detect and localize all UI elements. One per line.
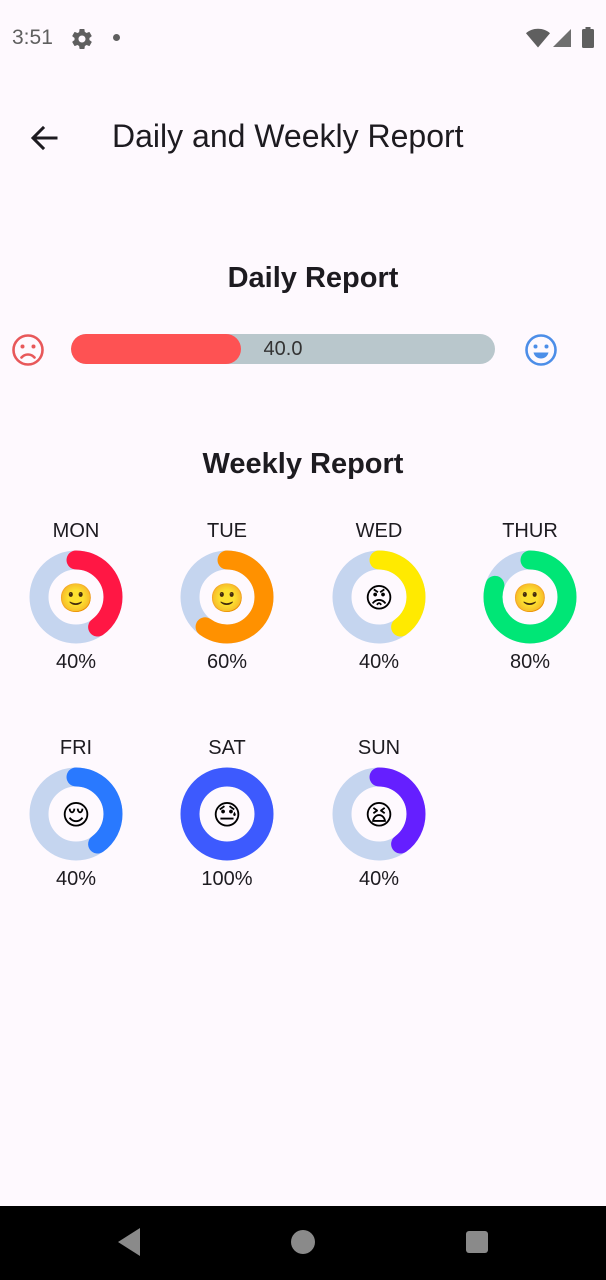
percent-label: 40% <box>55 868 97 890</box>
mood-emoji-icon: 😓 <box>212 800 241 831</box>
daily-progress-bar: 40.0 <box>71 334 495 364</box>
progress-ring: 😫 <box>332 767 426 861</box>
day-label: WED <box>355 520 403 542</box>
percent-label: 40% <box>358 868 400 890</box>
mood-emoji-icon: 🙂 <box>59 583 94 614</box>
percent-label: 80% <box>509 651 551 673</box>
gear-icon <box>72 29 92 50</box>
status-time: 3:51 <box>12 26 53 49</box>
progress-ring: 🙂 <box>483 550 577 644</box>
progress-ring: 🙂 <box>180 550 274 644</box>
progress-ring: 😌 <box>29 767 123 861</box>
mood-emoji-icon: 🙂 <box>210 583 245 614</box>
mood-emoji-icon: 😌 <box>61 800 90 831</box>
battery-icon <box>582 27 594 48</box>
progress-ring: 😓 <box>180 767 274 861</box>
notification-dot-icon <box>113 34 120 41</box>
nav-back-icon[interactable] <box>116 1226 142 1258</box>
daily-progress-value: 40.0 <box>263 338 303 360</box>
day-label: MON <box>52 520 100 542</box>
mood-emoji-icon: 😡 <box>364 583 393 614</box>
day-label: TUE <box>207 520 247 542</box>
arrow-left-icon[interactable] <box>22 116 66 160</box>
page-title: Daily and Weekly Report <box>112 118 464 154</box>
app-bar: Daily and Weekly Report <box>0 96 606 182</box>
progress-ring: 🙂 <box>29 550 123 644</box>
percent-label: 40% <box>55 651 97 673</box>
percent-label: 100% <box>201 868 253 890</box>
status-bar: 3:51 <box>0 0 606 78</box>
progress-ring: 😡 <box>332 550 426 644</box>
day-label: SAT <box>208 737 246 759</box>
wifi-icon <box>526 28 550 48</box>
nav-recents-icon[interactable] <box>466 1231 488 1253</box>
day-label: THUR <box>502 520 558 542</box>
nav-home-icon[interactable] <box>291 1230 315 1254</box>
mood-emoji-icon: 😫 <box>364 800 393 831</box>
percent-label: 40% <box>358 651 400 673</box>
weekly-report-title: Weekly Report <box>202 448 404 480</box>
navigation-bar <box>0 1206 606 1280</box>
day-label: SUN <box>357 737 401 759</box>
daily-report-title: Daily Report <box>227 262 399 294</box>
happy-face-icon <box>525 334 557 366</box>
day-label: FRI <box>59 737 93 759</box>
percent-label: 60% <box>206 651 248 673</box>
mood-emoji-icon: 🙂 <box>513 583 548 614</box>
sad-face-icon <box>12 334 44 366</box>
signal-icon <box>553 29 571 47</box>
